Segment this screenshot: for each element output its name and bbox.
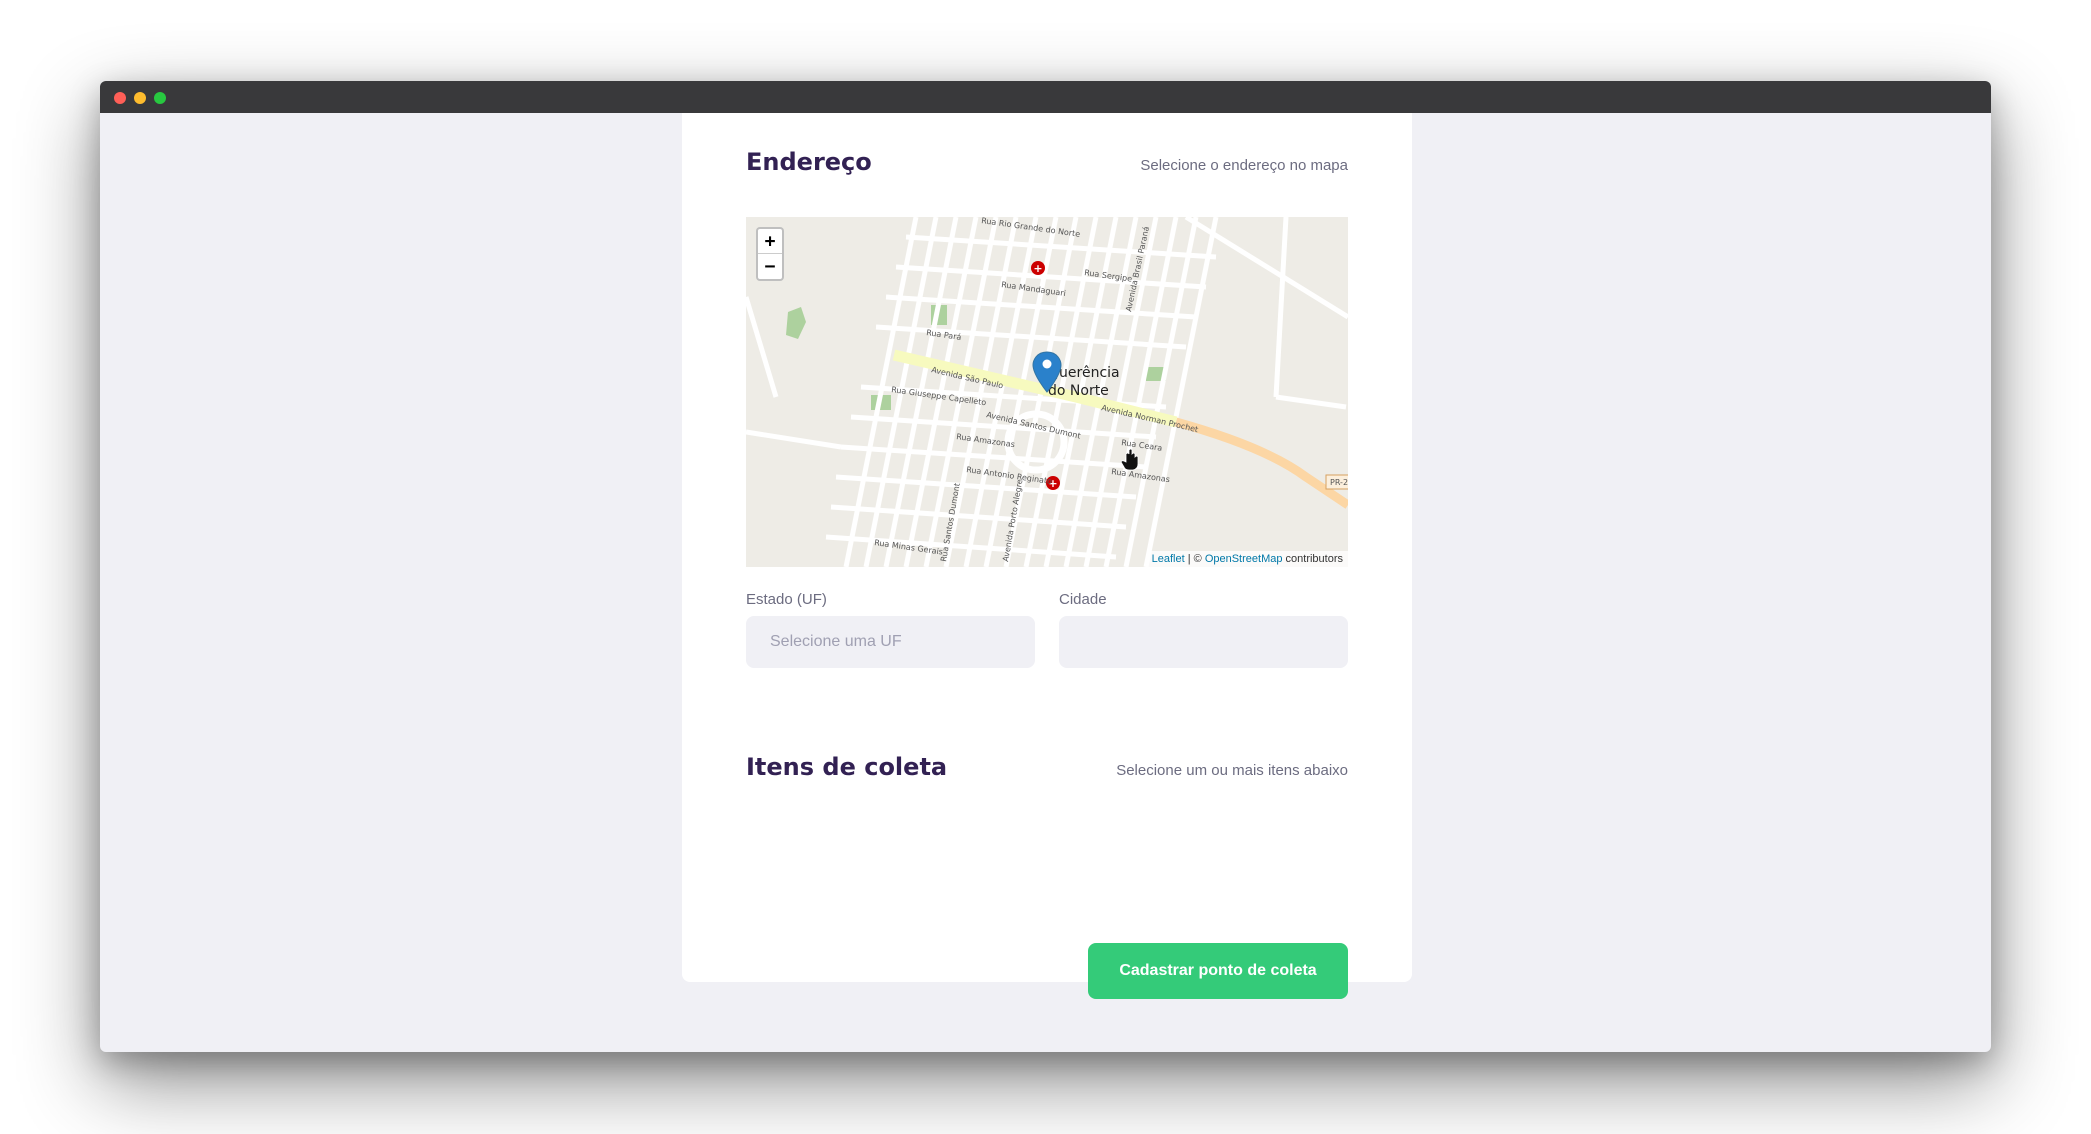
address-section-subtitle: Selecione o endereço no mapa bbox=[1140, 157, 1348, 174]
map[interactable]: + + Avenida São Paulo Avenida Norman Pro… bbox=[746, 217, 1348, 567]
city-select[interactable] bbox=[1059, 616, 1348, 668]
uf-select[interactable]: Selecione uma UF bbox=[746, 616, 1035, 668]
minimize-window-icon[interactable] bbox=[134, 92, 146, 104]
city-label: do Norte bbox=[1048, 383, 1109, 399]
title-bar bbox=[100, 81, 1991, 113]
route-label: PR-2 bbox=[1330, 478, 1348, 487]
items-section-header: Itens de coleta Selecione um ou mais ite… bbox=[746, 753, 1348, 781]
map-attribution: Leaflet | © OpenStreetMap contributors bbox=[1146, 551, 1348, 567]
street-label: Rua Mandaguari bbox=[1001, 280, 1067, 298]
openstreetmap-link[interactable]: OpenStreetMap bbox=[1205, 553, 1283, 565]
browser-window: Endereço Selecione o endereço no mapa + … bbox=[100, 81, 1991, 1052]
map-tiles: + + Avenida São Paulo Avenida Norman Pro… bbox=[746, 217, 1348, 567]
zoom-in-button[interactable]: + bbox=[758, 229, 782, 254]
address-section-title: Endereço bbox=[746, 148, 872, 176]
zoom-out-button[interactable]: − bbox=[758, 254, 782, 279]
close-window-icon[interactable] bbox=[114, 92, 126, 104]
items-section-title: Itens de coleta bbox=[746, 753, 948, 781]
maximize-window-icon[interactable] bbox=[154, 92, 166, 104]
submit-button[interactable]: Cadastrar ponto de coleta bbox=[1088, 943, 1348, 999]
address-section-header: Endereço Selecione o endereço no mapa bbox=[746, 148, 1348, 176]
hand-cursor-icon bbox=[1120, 448, 1139, 471]
form-card: Endereço Selecione o endereço no mapa + … bbox=[682, 113, 1412, 999]
park-area bbox=[786, 307, 806, 339]
highway-pr bbox=[1174, 417, 1348, 509]
attribution-tail: contributors bbox=[1282, 553, 1343, 565]
city-label: Cidade bbox=[1059, 591, 1107, 608]
zoom-control: + − bbox=[756, 227, 784, 281]
leaflet-link[interactable]: Leaflet bbox=[1152, 553, 1185, 565]
uf-label: Estado (UF) bbox=[746, 591, 827, 608]
attribution-separator: | © bbox=[1184, 553, 1205, 565]
items-section-subtitle: Selecione um ou mais itens abaixo bbox=[1116, 762, 1348, 779]
svg-text:+: + bbox=[1033, 262, 1042, 275]
